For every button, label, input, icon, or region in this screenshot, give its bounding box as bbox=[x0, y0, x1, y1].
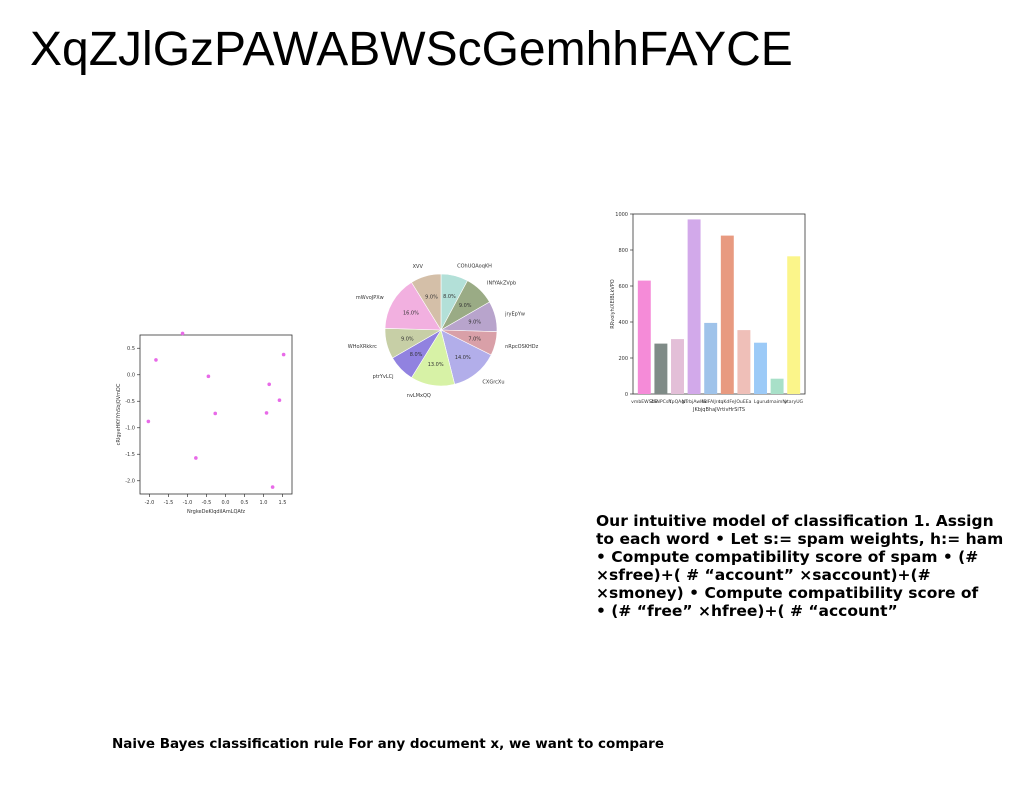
bar-y-tick-label: 200 bbox=[618, 356, 628, 362]
scatter-y-tick-label: -0.5 bbox=[125, 399, 135, 405]
scatter-x-tick-label: -1.5 bbox=[164, 500, 174, 506]
bar bbox=[754, 342, 767, 394]
pie-slice-label: INfYAkZVpb bbox=[487, 280, 516, 286]
pie-slice-percent: 8.0% bbox=[443, 294, 456, 300]
bar-y-tick-label: 600 bbox=[618, 284, 628, 290]
body-line: • Compute compatibility score of spam • … bbox=[596, 548, 979, 566]
pie-chart: 8.0% COhUQAoqKH 9.0% INfYAkZVpb 9.0% jryEpYw 7… bbox=[345, 232, 545, 432]
pie-slice-label: WHoXRkkrc bbox=[348, 344, 377, 350]
scatter-x-tick-label: 0.0 bbox=[222, 500, 230, 506]
bar-x-axis-label: JKbjqBhaJVrtivHrSiTS bbox=[692, 407, 745, 413]
bar bbox=[704, 322, 718, 394]
scatter-point bbox=[206, 374, 211, 379]
bar bbox=[654, 343, 668, 394]
body-text: Our intuitive model of classification 1.… bbox=[596, 512, 1016, 620]
pie-slice-percent: 14.0% bbox=[455, 355, 471, 361]
scatter-point bbox=[270, 485, 275, 489]
body-line: ×sfree)+( # “account” ×saccount)+(# bbox=[596, 566, 931, 584]
scatter-chart: -2.0 -1.5 -1.0 -0.5 0.0 0.5 1.0 1.5 0.5 0.0 -0.5 -1… bbox=[112, 330, 302, 520]
pie-slice-percent: 9.0% bbox=[401, 336, 414, 342]
scatter-point bbox=[267, 382, 271, 387]
scatter-y-axis-label: cRIgyeHKYlYhSbjQVmDC bbox=[116, 383, 122, 445]
body-line: to each word • Let s:= spam weights, h:=… bbox=[596, 530, 1004, 548]
scatter-x-tick-label: 1.0 bbox=[260, 500, 268, 506]
bar-chart-svg: 02004006008001000vmbEWSbSZSNPCsRYpQAgrNT… bbox=[610, 212, 806, 413]
bar-y-tick-label: 800 bbox=[618, 248, 628, 254]
pie-slice-label: mWvoJPXw bbox=[356, 295, 384, 301]
bar-x-tick-label: ytaryUG bbox=[784, 399, 803, 405]
body-line: ×smoney) • Compute compatibility score o… bbox=[596, 584, 979, 602]
body-line: • (# “free” ×hfree)+( # “account” bbox=[596, 602, 898, 620]
scatter-y-tick-label: 0.5 bbox=[127, 346, 135, 352]
scatter-point bbox=[146, 419, 151, 424]
pie-slice-percent: 7.0% bbox=[468, 336, 481, 342]
scatter-point bbox=[213, 411, 218, 416]
bar-y-tick-label: 1000 bbox=[615, 212, 628, 218]
pie-slice-label: CXGrcXu bbox=[482, 379, 504, 385]
scatter-x-tick-label: -1.0 bbox=[183, 500, 193, 506]
scatter-x-axis-label: NrgkeDeKlqdiIAmLQAfz bbox=[187, 509, 245, 515]
pie-slice-percent: 9.0% bbox=[425, 294, 438, 300]
bar-x-tick-label: Lguru bbox=[754, 399, 767, 405]
scatter-x-tick-label: -0.5 bbox=[202, 500, 212, 506]
pie-slice-percent: 16.0% bbox=[403, 310, 419, 316]
pie-slice-label: COhUQAoqKH bbox=[457, 264, 492, 270]
pie-slice-label: ptrYvLCj bbox=[373, 374, 394, 380]
scatter-point bbox=[194, 456, 198, 460]
bar-y-tick-label: 0 bbox=[625, 392, 628, 398]
bar bbox=[671, 339, 684, 394]
bar bbox=[720, 235, 734, 394]
scatter-y-tick-label: -1.5 bbox=[125, 452, 135, 458]
pie-chart-svg: 8.0% COhUQAoqKH 9.0% INfYAkZVpb 9.0% jryEpYw 7… bbox=[348, 264, 539, 399]
bar-chart: 0 200 400 600 800 1000 vmbEWSbS ZSNPCsR YpQAgr NT… bbox=[605, 208, 815, 423]
pie-slice-percent: 13.0% bbox=[428, 362, 444, 368]
bar bbox=[637, 280, 651, 394]
bar bbox=[770, 378, 784, 394]
pie-slice-label: nRpcOSKHDz bbox=[505, 344, 539, 350]
scatter-point bbox=[154, 358, 158, 362]
pie-slice-label: XVV bbox=[413, 264, 424, 270]
bar-x-tick-label: tqKdFeJ bbox=[719, 399, 736, 405]
scatter-x-tick-label: 0.5 bbox=[241, 500, 249, 506]
pie-slice-percent: 9.0% bbox=[468, 319, 481, 325]
bar bbox=[787, 256, 801, 394]
bar bbox=[687, 219, 701, 394]
slide-title: XqZJlGzPAWABWScGemhhFAYCE bbox=[30, 23, 793, 76]
pie-slice-label: jryEpYw bbox=[504, 312, 525, 318]
bar bbox=[737, 330, 751, 394]
footer-text: Naive Bayes classification rule For any … bbox=[112, 736, 664, 752]
scatter-chart-svg: -2.0 -1.5 -1.0 -0.5 0.0 0.5 1.0 1.5 0.5 0.0 -0.5 -1… bbox=[116, 331, 293, 515]
scatter-point bbox=[281, 352, 286, 357]
bar-x-tick-label: OuEEa bbox=[736, 399, 751, 405]
scatter-y-tick-label: -1.0 bbox=[125, 426, 135, 432]
bar-y-tick-label: 400 bbox=[618, 320, 628, 326]
bar-y-axis-label: RRvoiyhiXEIBLkVPO bbox=[610, 279, 616, 328]
scatter-y-tick-label: -2.0 bbox=[125, 479, 135, 485]
body-line: Our intuitive model of classification 1.… bbox=[596, 512, 994, 530]
scatter-point bbox=[277, 398, 282, 402]
scatter-point bbox=[264, 411, 269, 415]
scatter-x-tick-label: -2.0 bbox=[145, 500, 155, 506]
pie-slice-percent: 8.0% bbox=[410, 352, 423, 358]
scatter-x-tick-label: 1.5 bbox=[279, 500, 287, 506]
scatter-point bbox=[180, 331, 185, 336]
pie-slice-percent: 9.0% bbox=[459, 303, 472, 309]
scatter-y-tick-label: 0.0 bbox=[127, 373, 135, 379]
pie-slice-label: nvLMxQQ bbox=[407, 393, 431, 399]
